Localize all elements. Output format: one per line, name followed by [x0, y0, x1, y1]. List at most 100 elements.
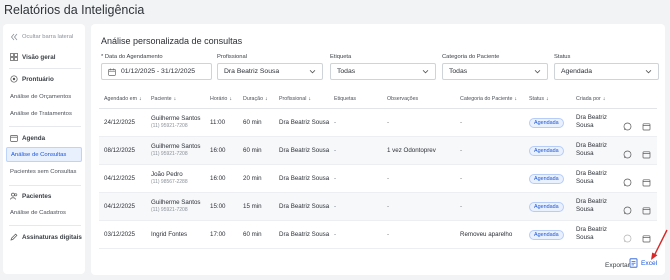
cell-patient[interactable]: Guilherme Santos (11) 95921-7208 [151, 143, 201, 157]
cell-time: 16:00 [210, 147, 226, 154]
sort-arrow-icon: ↓ [602, 96, 606, 102]
cell-patient[interactable]: Guilherme Santos (11) 95921-7208 [151, 199, 201, 213]
calendar-icon[interactable] [642, 174, 651, 187]
sidebar-item-visao-geral[interactable]: Visão geral [3, 50, 85, 64]
cell-professional: Dra Beatriz Sousa [279, 203, 330, 210]
sidebar-item-analise-tratamentos[interactable]: Análise de Tratamentos [3, 107, 85, 121]
professional-select-value: Dra Beatriz Sousa [224, 68, 280, 75]
table-row[interactable]: 24/12/2025 Guilherme Santos (11) 95921-72… [99, 109, 657, 137]
cell-patient[interactable]: Ingrid Fontes [151, 231, 187, 238]
sidebar-item-analise-cadastros[interactable]: Análise de Cadastros [3, 206, 85, 220]
sidebar-item-analise-consultas[interactable]: Análise de Consultas [6, 147, 82, 162]
professional-select[interactable]: Dra Beatriz Sousa [217, 63, 323, 80]
column-header-etiquetas: Etiquetas [334, 96, 357, 102]
column-header-criada-por[interactable]: Criada por ↓ [576, 96, 605, 102]
table-row[interactable]: 04/12/2025 João Pedro (11) 98567-2288 16:… [99, 165, 657, 193]
sidebar-section-pacientes[interactable]: Pacientes [3, 189, 85, 203]
column-header-profissional[interactable]: Profissional ↓ [279, 96, 311, 102]
cell-time: 11:00 [210, 119, 226, 126]
status-select[interactable]: Agendada [554, 63, 659, 80]
cell-professional: Dra Beatriz Sousa [279, 231, 330, 238]
chevron-down-icon [309, 68, 316, 77]
whatsapp-icon[interactable] [623, 174, 632, 187]
sidebar-item-analise-orcamentos[interactable]: Análise de Orçamentos [3, 90, 85, 104]
sidebar-section-label: Pacientes [22, 192, 52, 200]
column-header-agendado-em[interactable]: Agendado em ↓ [104, 96, 142, 102]
divider [9, 185, 81, 186]
sidebar-item-label: Análise de Consultas [11, 151, 67, 158]
column-header-categoria[interactable]: Categoria do Paciente ↓ [460, 96, 517, 102]
chevron-down-icon [422, 68, 429, 77]
date-range-picker[interactable]: 01/12/2025 - 31/12/2025 [101, 63, 212, 80]
calendar-icon [10, 134, 18, 142]
table-row[interactable]: 04/12/2025 Guilherme Santos (11) 95921-72… [99, 193, 657, 221]
sort-arrow-icon: ↓ [546, 96, 549, 102]
date-filter-label: * Data do Agendamento [101, 54, 163, 60]
sidebar-section-label: Prontuário [22, 75, 54, 83]
table-row[interactable]: 03/12/2025 Ingrid Fontes 17:00 60 min Dr… [99, 221, 657, 249]
sidebar-section-label: Agenda [22, 134, 46, 142]
status-badge: Agendada [529, 202, 564, 212]
table-row[interactable]: 08/12/2025 Guilherme Santos (11) 95921-72… [99, 137, 657, 165]
sidebar-item-pacientes-sem-consultas[interactable]: Pacientes sem Consultas [3, 165, 85, 179]
cell-time: 15:00 [210, 203, 226, 210]
patient-phone: (11) 95921-7208 [151, 207, 188, 213]
cell-tags: - [334, 203, 337, 210]
cell-category: - [460, 147, 463, 154]
calendar-icon[interactable] [642, 146, 651, 159]
cell-tags: - [334, 147, 337, 154]
export-label: Exportar [605, 262, 630, 269]
whatsapp-icon[interactable] [623, 230, 632, 243]
cell-duration: 60 min [243, 147, 262, 154]
calendar-icon [108, 68, 116, 76]
cell-time: 16:00 [210, 175, 226, 182]
double-chevron-left-icon [10, 33, 18, 41]
calendar-icon[interactable] [642, 202, 651, 215]
cell-date: 04/12/2025 [104, 203, 135, 210]
sidebar-item-label: Pacientes sem Consultas [10, 169, 77, 175]
sidebar-item-label: Análise de Tratamentos [10, 111, 72, 117]
spreadsheet-icon [629, 258, 638, 268]
column-header-observacoes: Observações [387, 96, 419, 102]
sidebar-item-assinaturas-digitais[interactable]: Assinaturas digitais [3, 230, 85, 244]
tag-select[interactable]: Todas [330, 63, 436, 80]
patient-phone: (11) 95921-7208 [151, 151, 188, 157]
column-header-status[interactable]: Status ↓ [529, 96, 549, 102]
cell-professional: Dra Beatriz Sousa [279, 119, 330, 126]
category-select[interactable]: Todas [442, 63, 548, 80]
target-icon [10, 75, 18, 83]
collapse-sidebar-label: Ocultar barra lateral [22, 34, 74, 40]
sidebar-section-agenda[interactable]: Agenda [3, 131, 85, 145]
annotation-arrow-icon [651, 229, 668, 260]
column-header-horario[interactable]: Horário ↓ [210, 96, 232, 102]
cell-patient[interactable]: João Pedro (11) 98567-2288 [151, 171, 188, 185]
professional-filter-label: Profissional [217, 54, 247, 60]
cell-category: Removeu aparelho [460, 231, 513, 238]
main-panel: Análise personalizada de consultas * Dat… [91, 24, 665, 275]
whatsapp-icon[interactable] [623, 202, 632, 215]
status-select-value: Agendada [561, 68, 592, 75]
sidebar-item-label: Análise de Cadastros [10, 210, 66, 216]
cell-created-by: Dra Beatriz Sousa [576, 226, 607, 241]
grid-icon [10, 53, 18, 61]
sort-arrow-icon: ↓ [138, 96, 142, 102]
column-header-paciente[interactable]: Paciente ↓ [151, 96, 176, 102]
divider [9, 68, 81, 69]
status-badge: Agendada [529, 118, 564, 128]
whatsapp-icon[interactable] [623, 118, 632, 131]
chevron-down-icon [534, 68, 541, 77]
divider [9, 126, 81, 127]
cell-date: 24/12/2025 [104, 119, 135, 126]
cell-created-by: Dra Beatriz Sousa [576, 170, 607, 185]
calendar-icon[interactable] [642, 118, 651, 131]
tag-filter-label: Etiqueta [330, 54, 352, 60]
sort-arrow-icon: ↓ [265, 96, 268, 102]
whatsapp-icon[interactable] [623, 146, 632, 159]
column-header-duracao[interactable]: Duração ↓ [243, 96, 268, 102]
cell-tags: - [334, 175, 337, 182]
sidebar-item-label: Assinaturas digitais [22, 233, 82, 241]
category-filter-label: Categoria do Paciente [442, 54, 500, 60]
sidebar-section-prontuario[interactable]: Prontuário [3, 72, 85, 86]
collapse-sidebar-button[interactable]: Ocultar barra lateral [3, 30, 85, 44]
cell-patient[interactable]: Guilherme Santos (11) 95921-7208 [151, 115, 201, 129]
